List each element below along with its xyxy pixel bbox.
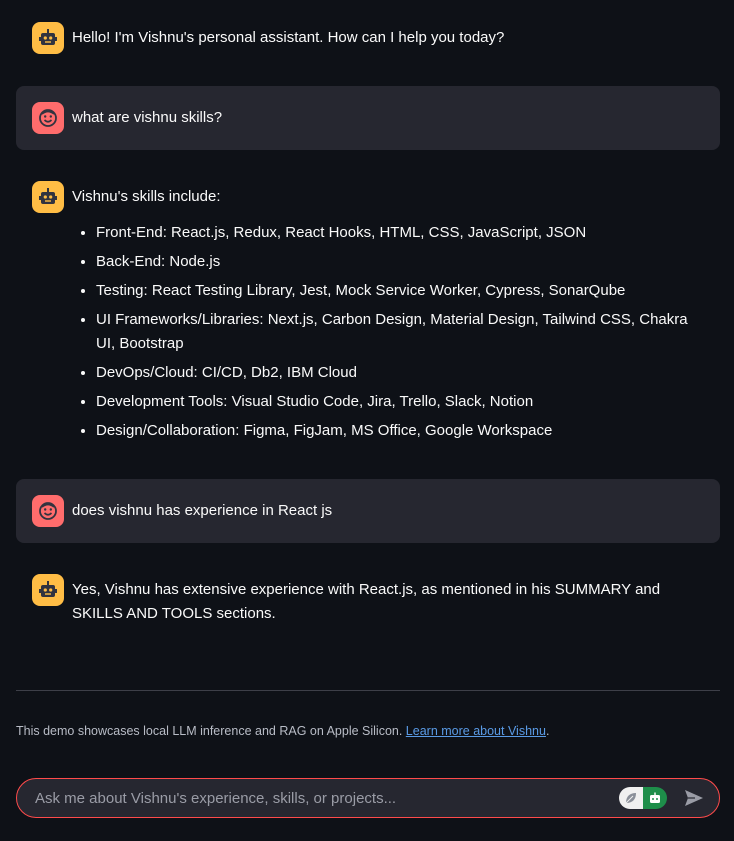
list-item: Front-End: React.js, Redux, React Hooks,… [96, 221, 704, 245]
chat-input[interactable] [33, 788, 619, 808]
assistant-message: Vishnu's skills include: Front-End: Reac… [16, 181, 720, 448]
robot-face-icon [32, 22, 64, 54]
leaf-icon [619, 787, 643, 809]
divider [16, 690, 720, 691]
chat-input-bar [16, 778, 720, 818]
footer-caption: This demo showcases local LLM inference … [16, 724, 549, 738]
robot-face-icon [32, 181, 64, 213]
list-item: UI Frameworks/Libraries: Next.js, Carbon… [96, 308, 704, 356]
skills-list: Front-End: React.js, Redux, React Hooks,… [72, 221, 704, 443]
message-text: does vishnu has experience in React js [72, 502, 333, 519]
list-item: DevOps/Cloud: CI/CD, Db2, IBM Cloud [96, 361, 704, 385]
robot-face-icon [32, 574, 64, 606]
list-item: Testing: React Testing Library, Jest, Mo… [96, 279, 704, 303]
message-text: Hello! I'm Vishnu's personal assistant. … [72, 29, 505, 46]
smiley-face-icon [32, 495, 64, 527]
message-text: Vishnu's skills include: [72, 188, 221, 205]
footer-trailing: . [545, 724, 550, 738]
list-item: Back-End: Node.js [96, 250, 704, 274]
learn-more-link[interactable]: Learn more about Vishnu [406, 724, 546, 738]
robot-icon [643, 787, 667, 809]
extension-badge[interactable] [619, 787, 667, 809]
message-text: Yes, Vishnu has extensive experience wit… [72, 581, 661, 622]
send-arrow-icon[interactable] [681, 785, 707, 811]
smiley-face-icon [32, 102, 64, 134]
user-message: does vishnu has experience in React js [16, 479, 720, 543]
assistant-message: Yes, Vishnu has extensive experience wit… [16, 574, 720, 626]
message-text: what are vishnu skills? [72, 109, 223, 126]
list-item: Design/Collaboration: Figma, FigJam, MS … [96, 419, 704, 443]
list-item: Development Tools: Visual Studio Code, J… [96, 390, 704, 414]
footer-text: This demo showcases local LLM inference … [16, 724, 406, 738]
assistant-message: Hello! I'm Vishnu's personal assistant. … [16, 22, 720, 54]
user-message: what are vishnu skills? [16, 86, 720, 150]
